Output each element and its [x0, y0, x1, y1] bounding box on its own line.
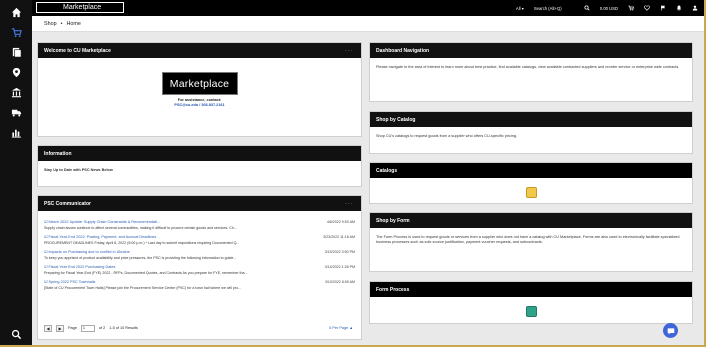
shopping-cart-icon[interactable] — [0, 22, 32, 42]
news-title-link[interactable]: ☑ Spring 2022 PSC Townhalls — [44, 280, 95, 285]
breadcrumb-home: Home — [66, 20, 81, 27]
catalogs-panel: Catalogs — [369, 162, 693, 204]
per-page-dropdown[interactable]: 5 Per Page ▲ — [329, 326, 353, 330]
welcome-panel-menu-button[interactable]: ··· — [345, 48, 353, 54]
shop-by-form-text: The Form Process is used to request good… — [376, 235, 680, 244]
news-date: 3/10/2022 8:59 AM — [324, 280, 355, 284]
next-page-button[interactable]: ▶ — [56, 324, 64, 332]
shop-by-catalog-title: Shop by Catalog — [376, 116, 416, 123]
list-item: ☑ March 2022 Update: Supply Chain Constr… — [44, 220, 355, 231]
psc-communicator-panel: PSC Communicator ··· ☑ March 2022 Update… — [37, 195, 362, 340]
news-description: To keep you apprised of product availabi… — [44, 256, 237, 260]
previous-page-button[interactable]: ◀ — [44, 324, 52, 332]
page-label: Page — [68, 326, 77, 330]
form-process-panel: Form Process — [369, 281, 693, 324]
cart-icon[interactable] — [628, 5, 634, 11]
news-description: Supply chain issues continue to affect s… — [44, 226, 237, 230]
list-item: ☑ Spring 2022 PSC Townhalls 3/10/2022 8:… — [44, 280, 355, 291]
information-panel-header: Information — [38, 146, 361, 161]
favorites-heart-icon[interactable] — [644, 5, 650, 11]
shop-by-catalog-text: Shop CU's catalogs to request goods from… — [376, 134, 517, 138]
shop-by-catalog-panel: Shop by Catalog Shop CU's catalogs to re… — [369, 111, 693, 154]
information-panel-title: Information — [44, 150, 72, 157]
news-title-link[interactable]: ☑ March 2022 Update: Supply Chain Constr… — [44, 220, 160, 225]
search-scope-dropdown[interactable]: All ▾ — [516, 6, 524, 11]
shop-by-form-title: Shop by Form — [376, 217, 410, 224]
search-icon[interactable] — [584, 5, 590, 11]
help-chat-button[interactable] — [663, 323, 678, 338]
news-title-link[interactable]: ☑ Fiscal Year End 2022 Purchasing Dates — [44, 265, 115, 270]
catalogs-header: Catalogs — [370, 163, 692, 178]
reports-chart-icon[interactable] — [0, 122, 32, 142]
list-item: ☑ Impacts on Purchasing due to conflict … — [44, 250, 355, 261]
documents-icon[interactable] — [0, 42, 32, 62]
top-bar-actions: All ▾ Search (Alt+Q) 0.00 USD — [516, 0, 698, 16]
location-pin-icon[interactable] — [0, 62, 32, 82]
form-process-icon[interactable] — [526, 306, 537, 317]
psc-communicator-title: PSC Communicator — [44, 200, 91, 207]
user-profile-icon[interactable] — [692, 5, 698, 11]
welcome-panel: Welcome to CU Marketplace ··· Marketplac… — [37, 42, 362, 137]
dashboard-navigation-title: Dashboard Navigation — [376, 47, 430, 54]
chat-bubble-icon — [667, 327, 674, 334]
welcome-panel-header: Welcome to CU Marketplace ··· — [38, 43, 361, 58]
dashboard-navigation-text: Please navigate to the area of interest … — [376, 65, 680, 69]
list-item: ☑ Fiscal Year-End 2022: Posting, Payment… — [44, 235, 355, 246]
breadcrumb-separator: • — [60, 20, 63, 27]
results-count: 1-5 of 10 Results — [109, 326, 138, 330]
home-icon[interactable] — [0, 2, 32, 22]
psc-communicator-menu-button[interactable]: ··· — [345, 201, 353, 207]
form-process-title: Form Process — [376, 286, 410, 293]
dashboard-navigation-header: Dashboard Navigation — [370, 43, 692, 58]
flag-icon[interactable] — [660, 5, 666, 11]
brand-logo[interactable]: Marketplace — [36, 2, 124, 13]
shop-by-form-header: Shop by Form — [370, 213, 692, 228]
news-date: 3/23/2022 11:18 AM — [323, 235, 355, 239]
news-description: PROCUREMENT DEADLINES Friday, April 8, 2… — [44, 241, 240, 245]
breadcrumb-shop[interactable]: Shop — [44, 21, 57, 27]
search-icon[interactable] — [0, 324, 32, 344]
information-panel-text: Stay Up to Date with PSC News Below — [44, 168, 113, 172]
shop-by-form-panel: Shop by Form The Form Process is used to… — [369, 212, 693, 272]
bank-icon[interactable] — [0, 82, 32, 102]
catalog-icon[interactable] — [526, 187, 537, 198]
search-input[interactable]: Search (Alt+Q) — [534, 6, 574, 11]
breadcrumb: Shop • Home — [32, 16, 704, 32]
shop-by-catalog-header: Shop by Catalog — [370, 112, 692, 127]
news-title-link[interactable]: ☑ Fiscal Year-End 2022: Posting, Payment… — [44, 235, 156, 240]
welcome-panel-title: Welcome to CU Marketplace — [44, 47, 111, 54]
list-item: ☑ Fiscal Year End 2022 Purchasing Dates … — [44, 265, 355, 276]
pagination: ◀ ▶ Page 1 of 2 1-5 of 10 Results 5 Per … — [44, 324, 353, 332]
page-count: of 2 — [98, 326, 106, 330]
notifications-bell-icon[interactable] — [676, 5, 682, 11]
assistance-contact-link[interactable]: PSC@cu.edu / 303.837.2161 — [174, 103, 224, 107]
news-description: [State of CU Procurement Town Halls] Ple… — [44, 286, 242, 290]
supplier-truck-icon[interactable] — [0, 102, 32, 122]
dashboard-navigation-panel: Dashboard Navigation Please navigate to … — [369, 42, 693, 102]
news-list: ☑ March 2022 Update: Supply Chain Constr… — [38, 211, 361, 302]
assistance-contact: For assistance, contact: PSC@cu.edu / 30… — [38, 98, 361, 108]
top-bar: Marketplace All ▾ Search (Alt+Q) 0.00 US… — [32, 0, 704, 16]
catalogs-title: Catalogs — [376, 167, 398, 174]
page-number-input[interactable]: 1 — [80, 324, 95, 332]
news-title-link[interactable]: ☑ Impacts on Purchasing due to conflict … — [44, 250, 130, 255]
form-process-header: Form Process — [370, 282, 692, 297]
news-date: 3/15/2022 3:50 PM — [324, 250, 355, 254]
left-nav-rail — [0, 0, 32, 347]
cart-total[interactable]: 0.00 USD — [600, 6, 618, 11]
marketplace-logo: Marketplace — [161, 72, 238, 95]
news-date: 3/14/2022 1:28 PM — [324, 265, 355, 269]
information-panel: Information Stay Up to Date with PSC New… — [37, 145, 362, 187]
news-description: Preparing for Fiscal Year-End (FYE) 2022… — [44, 271, 248, 275]
psc-communicator-header: PSC Communicator ··· — [38, 196, 361, 211]
news-date: 4/6/2022 9:53 AM — [326, 220, 355, 224]
